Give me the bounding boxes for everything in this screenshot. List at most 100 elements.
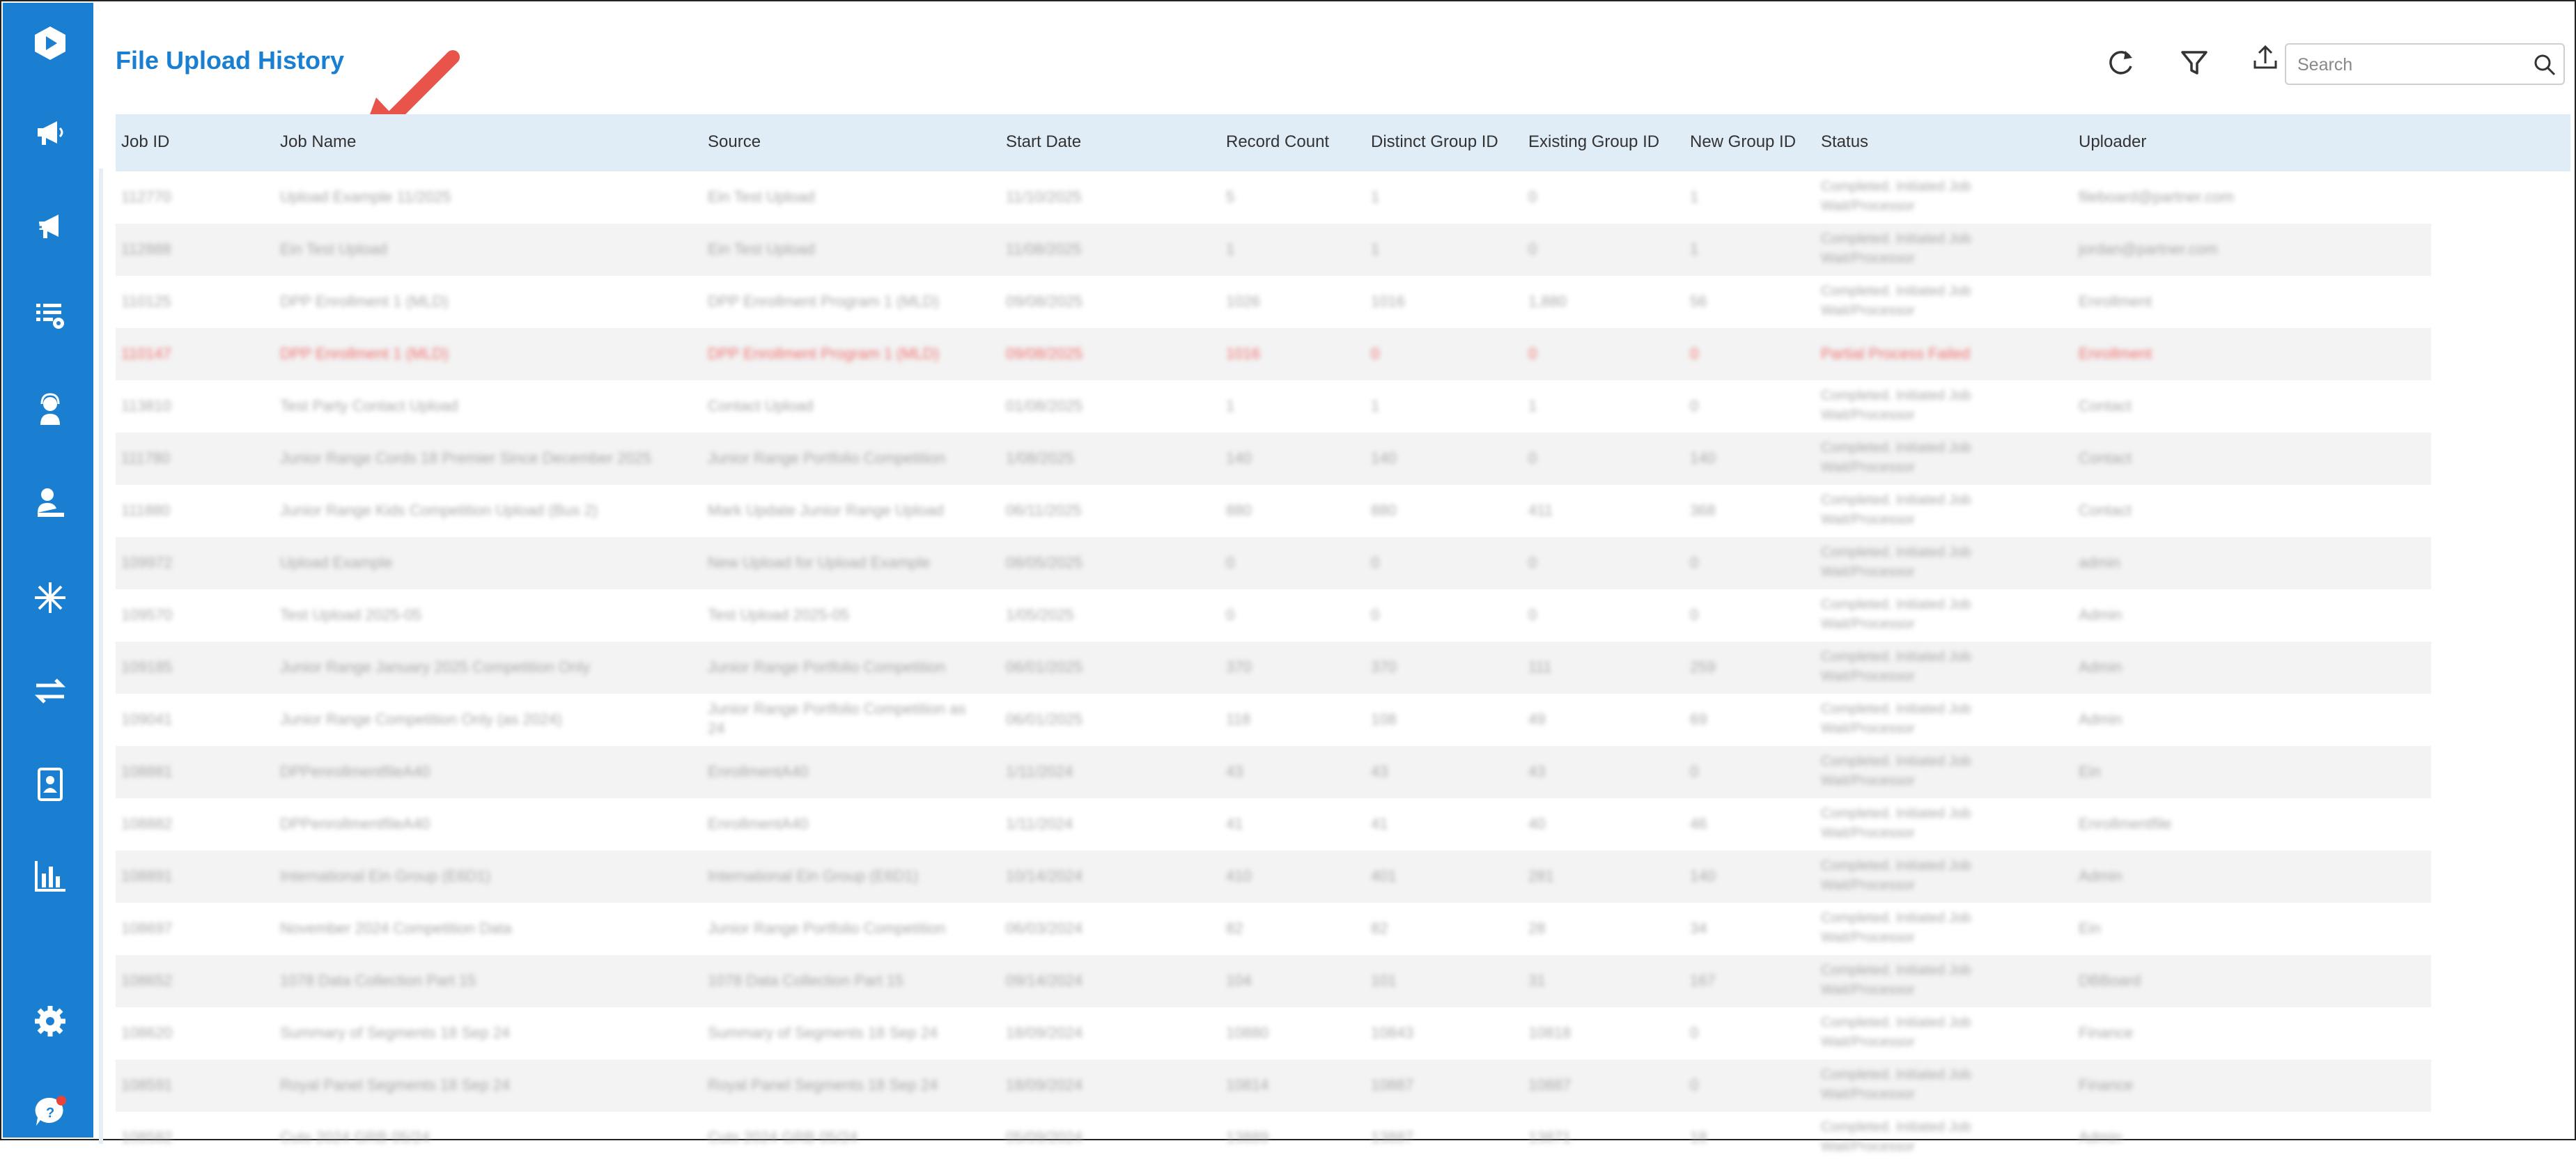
cell-distinct-group-id: 140 — [1371, 449, 1397, 467]
list-gear-icon[interactable] — [31, 295, 70, 334]
cell-record-count: 10814 — [1226, 1076, 1269, 1094]
cell-job-name: Upload Example 11/2025 — [280, 188, 451, 205]
table-row[interactable]: 108891 International Ein Group (E6D1) Inte… — [116, 851, 2431, 903]
cell-existing-group-id: 13871 — [1528, 1128, 1572, 1146]
cell-source: Royal Panel Segments 18 Sep 24 — [708, 1076, 938, 1094]
agent-icon[interactable] — [31, 390, 70, 429]
column-status[interactable]: Status — [1821, 132, 1868, 152]
table-row[interactable]: 113810 Test Party Contact Upload Contact U… — [116, 380, 2431, 433]
export-icon[interactable] — [2247, 40, 2283, 77]
cell-uploader: Contact — [2079, 449, 2132, 467]
cell-existing-group-id: 281 — [1528, 867, 1554, 885]
column-distinct-group-id[interactable]: Distinct Group ID — [1371, 132, 1498, 152]
column-start-date[interactable]: Start Date — [1006, 132, 1081, 152]
search-icon[interactable] — [2533, 53, 2556, 77]
table-row[interactable]: 110125 DPP Enrollment 1 (MLD) DPP Enrollme… — [116, 276, 2431, 328]
cell-uploader: Finance — [2079, 1024, 2134, 1041]
cell-job-name: November 2024 Competition Data — [280, 919, 512, 937]
cell-job-id: 112888 — [121, 240, 171, 258]
cell-record-count: 82 — [1226, 919, 1243, 937]
column-job-id[interactable]: Job ID — [121, 132, 169, 152]
cell-start-date: 06/03/2024 — [1006, 919, 1083, 937]
column-record-count[interactable]: Record Count — [1226, 132, 1329, 152]
transfer-arrows-icon[interactable] — [31, 672, 70, 711]
table-row[interactable]: 109185 Junior Range January 2025 Competit… — [116, 642, 2431, 694]
cell-status: Completed. Initiated Job Wait/Processor — [1821, 701, 1971, 736]
cell-new-group-id: 0 — [1690, 1024, 1699, 1041]
cell-job-name: Cuts 2024 GRB 05/24 — [280, 1128, 430, 1146]
cell-record-count: 1 — [1226, 240, 1235, 258]
help-chat-icon[interactable]: ? — [31, 1092, 70, 1131]
table-row[interactable]: 108591 Royal Panel Segments 18 Sep 24 Roya… — [116, 1060, 2431, 1112]
snowflake-icon[interactable] — [31, 578, 70, 617]
settings-icon[interactable] — [31, 1002, 70, 1041]
agent-desk-icon[interactable] — [31, 483, 70, 522]
cell-start-date: 11/08/2025 — [1006, 240, 1082, 258]
table-row[interactable]: 108697 November 2024 Competition Data Juni… — [116, 903, 2431, 955]
column-job-name[interactable]: Job Name — [280, 132, 356, 152]
cell-job-id: 108620 — [121, 1024, 173, 1041]
refresh-icon[interactable] — [2102, 45, 2139, 81]
table-row[interactable]: 109041 Junior Range Competition Only (as … — [116, 694, 2431, 746]
cell-status: Completed. Initiated Job Wait/Processor — [1821, 649, 1971, 684]
column-new-group-id[interactable]: New Group ID — [1690, 132, 1796, 152]
cell-new-group-id: 18 — [1690, 1128, 1707, 1146]
cell-distinct-group-id: 108 — [1371, 711, 1397, 728]
cell-new-group-id: 1 — [1690, 188, 1699, 205]
table-row[interactable]: 108881 DPPenrollmentfileA40 EnrollmentA40 1… — [116, 746, 2431, 798]
cell-record-count: 41 — [1226, 815, 1243, 832]
logo-icon[interactable] — [31, 24, 70, 63]
table-row[interactable]: 108620 Summary of Segments 18 Sep 24 Summa… — [116, 1007, 2431, 1060]
cell-distinct-group-id: 0 — [1371, 345, 1380, 362]
cell-existing-group-id: 0 — [1528, 345, 1537, 362]
cell-record-count: 43 — [1226, 763, 1243, 780]
table-row[interactable]: 111780 Junior Range Cords 18 Premier Sinc… — [116, 433, 2431, 485]
cell-uploader: admin — [2079, 554, 2120, 571]
cell-job-name: Upload Example — [280, 554, 393, 571]
table-row[interactable]: 112888 Ein Test Upload Ein Test Upload 11/0… — [116, 224, 2431, 276]
cell-status: Completed. Initiated Job Wait/Processor — [1821, 1015, 1971, 1050]
contact-book-icon[interactable] — [31, 765, 70, 804]
cell-job-id: 111880 — [121, 502, 171, 519]
cell-existing-group-id: 31 — [1528, 972, 1546, 989]
cell-source: Junior Range Portfolio Competition — [708, 919, 946, 937]
cell-job-id: 108652 — [121, 972, 173, 989]
cell-source: International Ein Group (E6D1) — [708, 867, 919, 885]
main-content: File Upload History Job ID Job Name Sour… — [93, 3, 2573, 1154]
cell-uploader: Admin — [2079, 867, 2123, 885]
megaphone-icon[interactable] — [31, 113, 70, 152]
bar-chart-icon[interactable] — [31, 857, 70, 896]
cell-record-count: 1016 — [1226, 345, 1260, 362]
cell-distinct-group-id: 0 — [1371, 554, 1380, 571]
cell-existing-group-id: 0 — [1528, 188, 1537, 205]
table-row[interactable]: 108652 1078 Data Collection Part 15 1078 D… — [116, 955, 2431, 1007]
cell-distinct-group-id: 1 — [1371, 188, 1380, 205]
cell-source: DPP Enrollment Program 1 (MLD) — [708, 345, 940, 362]
cell-record-count: 140 — [1226, 449, 1252, 467]
table-row[interactable]: 109570 Test Upload 2025-05 Test Upload 202… — [116, 589, 2431, 642]
cell-status: Completed. Initiated Job Wait/Processor — [1821, 858, 1971, 893]
cell-job-name: Ein Test Upload — [280, 240, 387, 258]
search-input[interactable] — [2296, 50, 2529, 79]
column-uploader[interactable]: Uploader — [2079, 132, 2146, 152]
table-row[interactable]: 108582 Cuts 2024 GRB 05/24 Cuts 2024 GRB 0… — [116, 1112, 2431, 1164]
megaphone-plus-icon[interactable] — [31, 206, 70, 245]
cell-existing-group-id: 1,880 — [1528, 293, 1567, 310]
table-row[interactable]: 112770 Upload Example 11/2025 Ein Test Upl… — [116, 171, 2431, 224]
cell-source: EnrollmentA40 — [708, 763, 809, 780]
table-row[interactable]: 111880 Junior Range Kids Competition Uplo… — [116, 485, 2431, 537]
cell-distinct-group-id: 10843 — [1371, 1024, 1414, 1041]
column-existing-group-id[interactable]: Existing Group ID — [1528, 132, 1659, 152]
table-row[interactable]: 108882 DPPenrollmentfileA40 EnrollmentA40 1… — [116, 798, 2431, 851]
cell-status: Completed. Initiated Job Wait/Processor — [1821, 754, 1971, 789]
cell-existing-group-id: 0 — [1528, 449, 1537, 467]
filter-icon[interactable] — [2176, 45, 2212, 81]
cell-start-date: 08/05/2025 — [1006, 554, 1083, 571]
table-row[interactable]: 110147 DPP Enrollment 1 (MLD) DPP Enrollme… — [116, 328, 2431, 380]
column-source[interactable]: Source — [708, 132, 761, 152]
cell-record-count: 370 — [1226, 658, 1252, 676]
cell-new-group-id: 140 — [1690, 867, 1716, 885]
table-body: 112770 Upload Example 11/2025 Ein Test Upl… — [116, 171, 2431, 1164]
cell-uploader: Admin — [2079, 658, 2123, 676]
table-row[interactable]: 109972 Upload Example New Upload for Uploa… — [116, 537, 2431, 589]
